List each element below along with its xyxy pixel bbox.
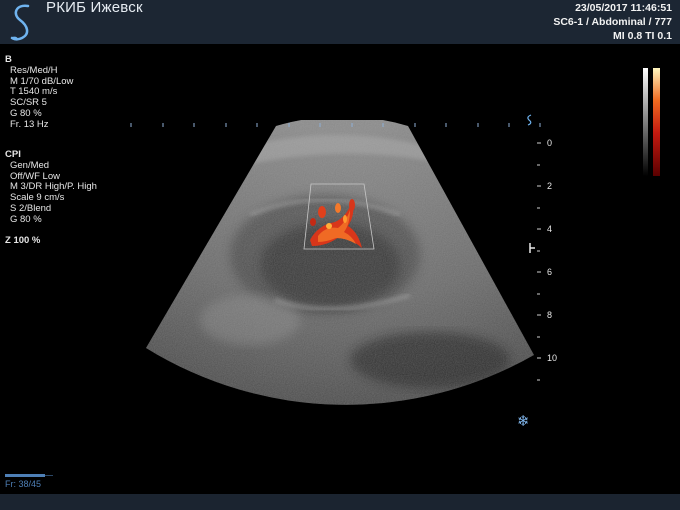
depth-scale-labels: 0 2 4 6 8 10 <box>547 138 557 363</box>
frame-progress-track[interactable] <box>5 474 53 477</box>
gray-map <box>643 68 648 176</box>
ultrasound-sector <box>146 120 534 405</box>
depth-label: 10 <box>547 353 557 363</box>
color-map-bar <box>643 68 660 176</box>
depth-label: 8 <box>547 310 552 320</box>
cpi-color-map <box>653 68 660 176</box>
focus-marker-icon[interactable] <box>529 243 535 253</box>
depth-label: 6 <box>547 267 552 277</box>
probe-orientation-icon <box>527 114 532 126</box>
depth-label: 2 <box>547 181 552 191</box>
frame-progress-fill <box>5 474 46 477</box>
depth-label: 4 <box>547 224 552 234</box>
footer-bar <box>0 494 680 510</box>
snowflake-icon[interactable]: ❄ <box>517 412 530 430</box>
ultrasound-image-area[interactable]: 0 2 4 6 8 10 <box>0 0 680 510</box>
depth-scale-ticks <box>537 142 541 381</box>
depth-label: 0 <box>547 138 552 148</box>
frame-counter: Fr: 38/45 <box>5 479 42 489</box>
